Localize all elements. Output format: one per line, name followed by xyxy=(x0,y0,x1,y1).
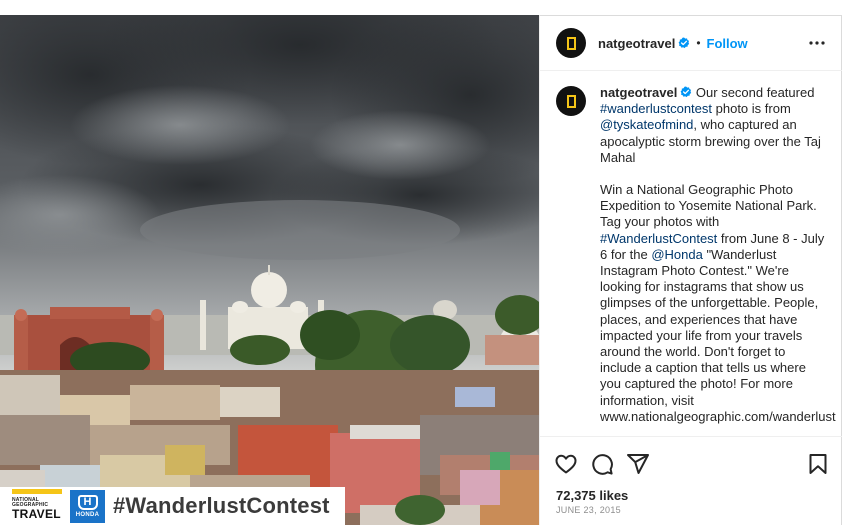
mention-link[interactable]: @Honda xyxy=(651,247,703,262)
caption-username[interactable]: natgeotravel xyxy=(600,85,677,100)
caption-area: natgeotravel Our second featured #wander… xyxy=(540,72,842,436)
post-caption: natgeotravel Our second featured #wander… xyxy=(600,85,836,436)
honda-logo: H HONDA xyxy=(70,489,105,523)
mention-link[interactable]: @tyskateofmind xyxy=(600,117,693,132)
more-options-icon[interactable] xyxy=(808,35,826,51)
caption-text: "Wanderlust Instagram Photo Contest." We… xyxy=(600,246,836,424)
caption-text: photo is from xyxy=(712,101,791,117)
follow-button[interactable]: Follow xyxy=(707,36,748,51)
logo-brand-small: NATIONAL GEOGRAPHIC xyxy=(12,496,49,508)
separator-dot: • xyxy=(696,36,701,50)
heart-icon[interactable] xyxy=(554,452,578,476)
logo-brand-big: TRAVEL xyxy=(12,506,61,521)
post-side-panel: natgeotravel • Follow natgeotravel Our s… xyxy=(539,15,842,525)
caption-text: Our second featured xyxy=(692,85,815,100)
taj-mahal-storm-image xyxy=(0,15,539,525)
post-actions: 72,375 likes JUNE 23, 2015 xyxy=(540,436,842,525)
bookmark-icon[interactable] xyxy=(806,452,830,476)
nat-geo-travel-logo: NATIONAL GEOGRAPHIC TRAVEL xyxy=(12,489,62,523)
caption-avatar[interactable] xyxy=(556,86,586,116)
caption-text: Win a National Geographic Photo Expediti… xyxy=(600,182,817,230)
honda-h-mark: H xyxy=(77,494,98,510)
nat-geo-frame-icon xyxy=(566,94,576,108)
contest-banner: NATIONAL GEOGRAPHIC TRAVEL H HONDA #Wand… xyxy=(0,487,345,525)
caption-paragraph-2: Win a National Geographic Photo Expediti… xyxy=(600,182,836,425)
post-date[interactable]: JUNE 23, 2015 xyxy=(556,505,621,515)
comment-icon[interactable] xyxy=(590,452,614,476)
post-header: natgeotravel • Follow xyxy=(540,16,842,71)
share-icon[interactable] xyxy=(626,452,650,476)
hashtag-link[interactable]: #wanderlustcontest xyxy=(600,101,712,116)
verified-badge-icon xyxy=(678,37,690,49)
banner-hashtag: #WanderlustContest xyxy=(113,493,330,518)
verified-badge-icon xyxy=(680,86,692,98)
caption-paragraph-1: natgeotravel Our second featured #wander… xyxy=(600,85,830,166)
header-username[interactable]: natgeotravel xyxy=(598,36,675,51)
like-count[interactable]: 72,375 likes xyxy=(556,488,628,503)
honda-wordmark: HONDA xyxy=(75,511,100,518)
hashtag-link[interactable]: #WanderlustContest xyxy=(600,231,717,246)
nat-geo-frame-icon xyxy=(566,36,576,50)
avatar[interactable] xyxy=(556,28,586,58)
post-photo[interactable]: NATIONAL GEOGRAPHIC TRAVEL H HONDA #Wand… xyxy=(0,15,539,525)
